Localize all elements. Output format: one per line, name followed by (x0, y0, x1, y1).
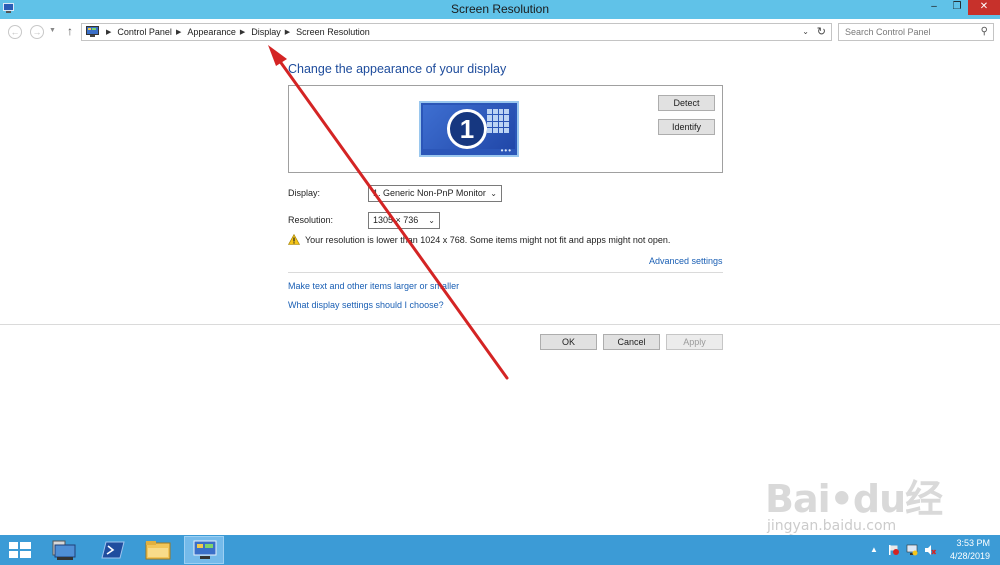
address-bar[interactable]: ▶ Control Panel ▶ Appearance ▶ Display ▶… (81, 23, 832, 41)
navigation-bar: ← → ▼ ↑ ▶ Control Panel ▶ Appearance ▶ D… (0, 19, 1000, 45)
divider (0, 324, 1000, 325)
arrow-right-icon: → (32, 27, 42, 37)
breadcrumb-control-panel[interactable]: Control Panel (117, 27, 172, 37)
taskbar: ▲ 3:53 PM 4/28/2019 (0, 535, 1000, 565)
warning-text: Your resolution is lower than 1024 x 768… (305, 235, 671, 245)
breadcrumb-appearance[interactable]: Appearance (187, 27, 236, 37)
display-arrangement-panel: 1 ••• Detect Identify (288, 85, 723, 173)
clock-date[interactable]: 4/28/2019 (950, 551, 990, 561)
control-panel-taskbar-button[interactable] (184, 536, 224, 564)
search-icon[interactable]: ⚲ (981, 26, 988, 37)
arrow-left-icon: ← (10, 27, 20, 37)
system-tray: ▲ 3:53 PM 4/28/2019 (850, 535, 1000, 565)
back-button[interactable]: ← (8, 25, 22, 39)
advanced-settings-link[interactable]: Advanced settings (649, 256, 723, 266)
refresh-button[interactable]: ↻ (817, 25, 826, 38)
maximize-button[interactable]: ❐ (945, 0, 969, 15)
window-title: Screen Resolution (450, 2, 550, 16)
action-center-flag-icon[interactable] (888, 544, 900, 556)
monitor-number-badge: 1 (447, 109, 487, 149)
chevron-down-icon: ⌄ (490, 189, 497, 198)
breadcrumb-display[interactable]: Display (251, 27, 281, 37)
watermark-url: jingyan.baidu.com (767, 518, 897, 534)
control-panel-icon (193, 540, 217, 559)
detect-button[interactable]: Detect (658, 95, 715, 111)
identify-button[interactable]: Identify (658, 119, 715, 135)
resolution-label: Resolution: (288, 215, 334, 225)
display-settings-help-link[interactable]: What display settings should I choose? (288, 300, 444, 310)
resolution-select[interactable]: 1305 × 736 ⌄ (368, 212, 440, 229)
powershell-icon (101, 541, 125, 559)
baidu-watermark: Bai•du经验 jingyan.baidu.com (765, 468, 955, 565)
search-input[interactable] (845, 27, 975, 37)
address-history-dropdown[interactable]: ⌄ (802, 27, 809, 36)
page-title: Change the appearance of your display (288, 62, 507, 76)
display-select-value: 1. Generic Non-PnP Monitor (373, 188, 486, 198)
arrow-up-icon: ↑ (67, 24, 73, 38)
ok-button[interactable]: OK (540, 334, 597, 350)
text-size-link[interactable]: Make text and other items larger or smal… (288, 281, 459, 291)
chevron-up-icon: ▲ (870, 545, 878, 554)
monitor-1-tile[interactable]: 1 ••• (419, 101, 519, 157)
resolution-select-value: 1305 × 736 (373, 215, 419, 225)
chevron-right-icon[interactable]: ▶ (176, 28, 181, 36)
volume-muted-icon[interactable] (924, 544, 936, 556)
chevron-down-icon: ▼ (49, 27, 56, 34)
display-label: Display: (288, 188, 321, 198)
breadcrumb-screen-resolution[interactable]: Screen Resolution (296, 27, 370, 37)
server-manager-icon (52, 540, 76, 560)
chevron-down-icon: ⌄ (428, 216, 435, 225)
up-button[interactable]: ↑ (67, 24, 73, 38)
chevron-right-icon[interactable]: ▶ (285, 28, 290, 36)
show-hidden-icons-button[interactable]: ▲ (870, 545, 882, 557)
divider (288, 272, 723, 273)
search-box[interactable]: ⚲ (838, 23, 994, 41)
windows-logo-icon (9, 542, 31, 558)
chevron-right-icon: ▶ (106, 29, 112, 36)
chevron-down-icon: ⌄ (802, 27, 809, 36)
cancel-button[interactable]: Cancel (603, 334, 660, 350)
chevron-right-icon[interactable]: ▶ (240, 28, 245, 36)
folder-icon (145, 541, 171, 560)
warning-icon (288, 234, 300, 245)
breadcrumb: ▶ Control Panel ▶ Appearance ▶ Display ▶… (102, 27, 370, 37)
server-manager-taskbar-button[interactable] (44, 536, 84, 564)
title-bar: Screen Resolution – ❐ ✕ (0, 0, 1000, 19)
network-icon[interactable] (906, 544, 918, 556)
powershell-taskbar-button[interactable] (92, 536, 132, 564)
minimize-button[interactable]: – (922, 0, 946, 15)
file-explorer-taskbar-button[interactable] (138, 536, 178, 564)
forward-button[interactable]: → (30, 25, 44, 39)
display-select[interactable]: 1. Generic Non-PnP Monitor ⌄ (368, 185, 502, 202)
monitor-grid-icon (487, 109, 509, 133)
refresh-icon: ↻ (816, 26, 826, 38)
clock-time[interactable]: 3:53 PM (956, 538, 990, 548)
apply-button[interactable]: Apply (666, 334, 723, 350)
start-button[interactable] (0, 536, 40, 564)
control-panel-icon (86, 26, 99, 37)
close-button[interactable]: ✕ (968, 0, 1000, 15)
recent-locations-dropdown[interactable]: ▼ (49, 27, 56, 34)
monitor-dots-icon: ••• (500, 146, 512, 155)
